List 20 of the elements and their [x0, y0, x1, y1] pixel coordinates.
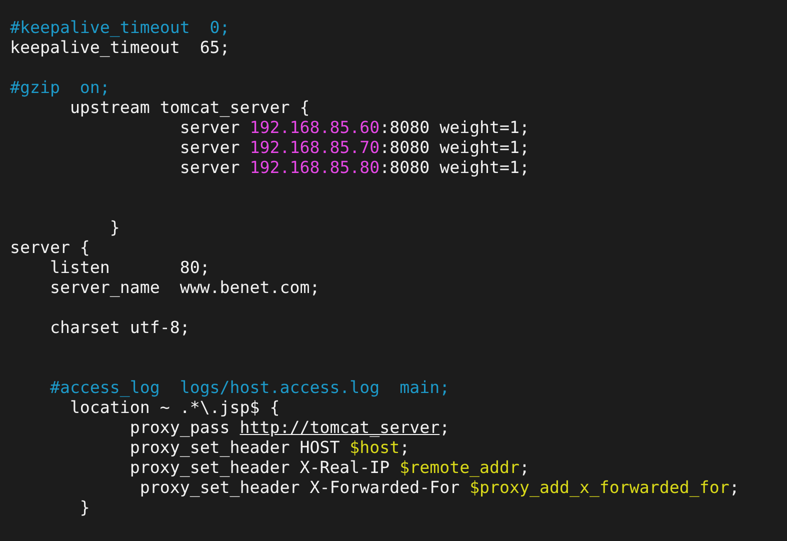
code-line: server 192.168.85.70:8080 weight=1;: [178, 138, 530, 158]
code-line: proxy_set_header X-Forwarded-For $proxy_add_x_forwarded_for;: [138, 478, 740, 498]
code-line: #gzip on;: [10, 78, 110, 98]
url-link[interactable]: http://tomcat_server: [240, 418, 440, 437]
code-line: proxy_pass http://tomcat_server;: [128, 418, 450, 438]
code-line: listen 80;: [48, 258, 210, 278]
code-line: charset utf-8;: [48, 318, 190, 338]
code-line: server 192.168.85.80:8080 weight=1;: [178, 158, 530, 178]
code-line: upstream tomcat_server {: [68, 98, 310, 118]
code-line: server 192.168.85.60:8080 weight=1;: [178, 118, 530, 138]
code-line: proxy_set_header HOST $host;: [128, 438, 410, 458]
code-line: server_name www.benet.com;: [48, 278, 320, 298]
code-line: keepalive_timeout 65;: [10, 38, 230, 58]
code-line: proxy_set_header X-Real-IP $remote_addr;: [128, 458, 530, 478]
code-line: #keepalive_timeout 0;: [10, 18, 230, 38]
code-line: location ~ .*\.jsp$ {: [68, 398, 280, 418]
code-line: #access_log logs/host.access.log main;: [48, 378, 450, 398]
code-line: server {: [10, 238, 90, 258]
code-line: }: [78, 498, 90, 518]
code-line: }: [108, 218, 120, 238]
